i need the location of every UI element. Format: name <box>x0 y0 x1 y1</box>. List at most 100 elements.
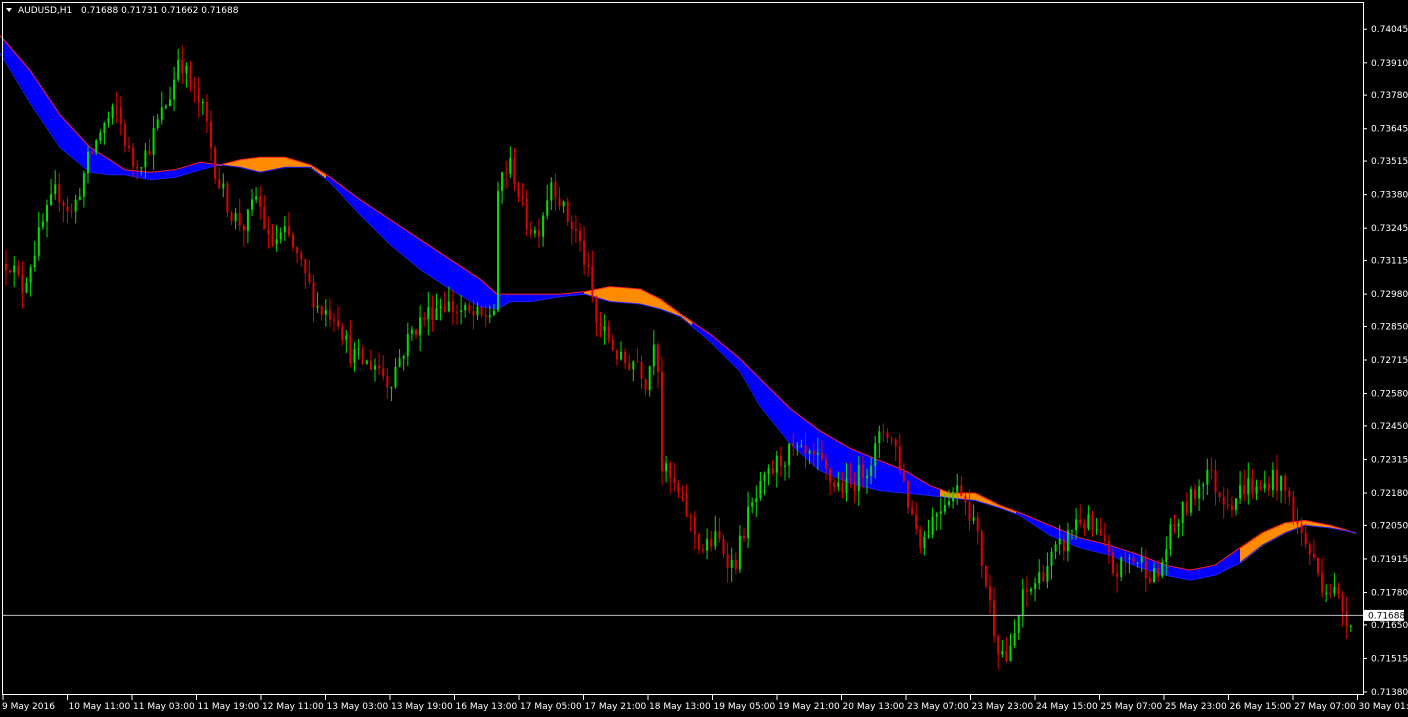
cloud-slice <box>1116 547 1119 558</box>
candle-body <box>997 636 1000 655</box>
candle-body <box>365 360 368 365</box>
candle-body <box>456 311 458 313</box>
candle-body <box>255 196 258 200</box>
candle-body <box>1099 529 1102 536</box>
cloud-slice <box>28 67 31 100</box>
cloud-slice <box>438 251 441 282</box>
cloud-slice <box>12 49 15 73</box>
cloud-slice <box>1118 547 1121 559</box>
candle-body <box>533 230 536 234</box>
cloud-slice <box>656 297 659 309</box>
cloud-slice <box>402 227 405 255</box>
candle-body <box>1206 469 1209 485</box>
candle-body <box>472 310 475 316</box>
x-tick-label: 19 May 21:00 <box>778 702 840 712</box>
candle-body <box>1210 469 1213 471</box>
candle-body <box>833 482 836 488</box>
cloud-slice <box>780 398 783 431</box>
cloud-slice <box>166 170 169 179</box>
cloud-slice <box>268 157 271 171</box>
cloud-slice <box>240 159 243 168</box>
candle-body <box>1042 572 1045 582</box>
candle-body <box>95 140 98 153</box>
candle-body <box>1288 490 1291 497</box>
cloud-slice <box>66 121 69 153</box>
candle-body <box>886 432 889 439</box>
candle-body <box>989 586 991 601</box>
cloud-slice <box>194 164 197 172</box>
candle-body <box>300 253 303 260</box>
cloud-slice <box>168 170 171 178</box>
cloud-slice <box>534 294 537 301</box>
x-tick-label: 12 May 11:00 <box>262 702 324 712</box>
candle-body <box>1271 470 1274 491</box>
cloud-slice <box>234 161 237 167</box>
cloud-slice <box>774 392 777 424</box>
candle-body <box>29 267 32 283</box>
candle-body <box>1214 469 1217 493</box>
cloud-slice <box>758 376 761 403</box>
cloud-slice <box>1082 538 1085 549</box>
cloud-slice <box>818 429 821 469</box>
cloud-slice <box>778 396 781 429</box>
candle-body <box>1337 586 1340 594</box>
cloud-slice <box>1266 531 1269 544</box>
cloud-slice <box>1054 527 1057 537</box>
candle-body <box>693 516 696 535</box>
candle-body <box>853 481 856 492</box>
candle-body <box>197 88 200 103</box>
candle-body <box>1292 496 1295 522</box>
candle-body <box>1062 538 1065 552</box>
candle-body <box>1349 625 1352 628</box>
candle-body <box>54 184 57 195</box>
candle-body <box>1009 645 1012 661</box>
candle-body <box>230 212 233 222</box>
cloud-slice <box>1206 566 1209 577</box>
candle-body <box>1304 533 1307 545</box>
candle-body <box>808 450 811 454</box>
cloud-slice <box>412 234 415 263</box>
cloud-slice <box>610 286 613 302</box>
candle-body <box>763 474 766 482</box>
candle-body <box>439 306 442 309</box>
candle-body <box>1091 514 1094 530</box>
cloud-slice <box>188 165 191 174</box>
cloud-slice <box>868 455 871 488</box>
cloud-slice <box>860 452 863 486</box>
cloud-slice <box>148 172 151 180</box>
cloud-slice <box>178 168 181 177</box>
cloud-slice <box>474 275 477 304</box>
cloud-slice <box>762 380 765 409</box>
cloud-slice <box>1232 553 1235 567</box>
candle-body <box>615 350 618 360</box>
cloud-slice <box>510 294 513 302</box>
candle-body <box>919 529 922 548</box>
candle <box>214 145 217 185</box>
cloud-slice <box>48 97 51 130</box>
candle-body <box>1107 540 1110 553</box>
candle-body <box>1144 557 1147 579</box>
candle-body <box>1317 557 1319 574</box>
x-tick-label: 26 May 15:00 <box>1230 702 1292 712</box>
candle-body <box>304 259 307 274</box>
cloud-slice <box>1270 529 1273 541</box>
cloud-slice <box>882 461 885 491</box>
cloud-slice <box>30 70 33 103</box>
cloud-slice <box>1088 539 1091 550</box>
cloud-slice <box>1176 567 1179 578</box>
price-chart[interactable]: 0.74045 0.73910 0.73780 0.73645 0.73515 0.733… <box>0 0 1408 717</box>
candle-body <box>550 182 553 201</box>
candle-body <box>1333 586 1336 594</box>
cloud-slice <box>644 291 647 306</box>
cloud-slice <box>770 388 773 419</box>
candle <box>95 138 98 156</box>
cloud-slice <box>448 257 451 288</box>
cloud-slice <box>432 247 435 278</box>
cloud-slice <box>1186 569 1189 580</box>
candle-body <box>361 348 364 365</box>
cloud-slice <box>200 162 203 170</box>
cloud-slice <box>366 203 369 221</box>
cloud-slice <box>358 198 361 213</box>
cloud-slice <box>400 226 403 253</box>
cloud-slice <box>1272 528 1275 540</box>
